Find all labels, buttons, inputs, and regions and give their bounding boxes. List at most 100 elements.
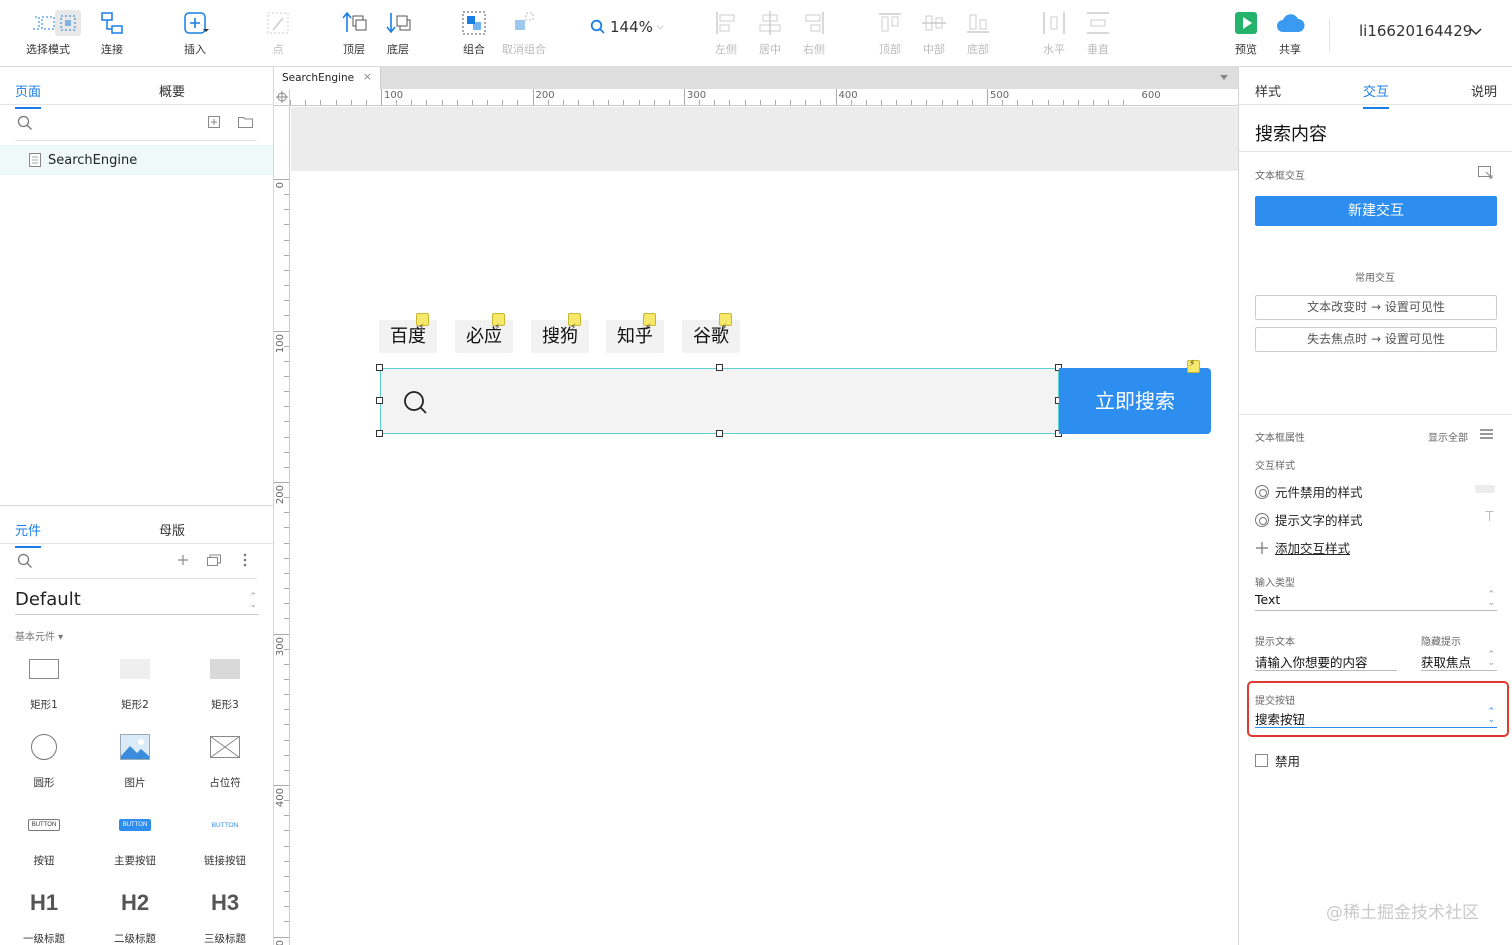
close-icon[interactable]: × <box>363 70 372 83</box>
ruler-tick <box>456 100 458 105</box>
canvas-area[interactable]: SearchEngine × 100 200 300 400 500 600 0 100 20… <box>274 67 1238 945</box>
disabled-style-swatch[interactable] <box>1475 485 1495 493</box>
disable-checkbox-row[interactable]: 禁用 <box>1255 751 1300 770</box>
submit-button-select[interactable]: 搜索按钮 ⌃ ⌄ <box>1255 706 1497 728</box>
divider <box>1239 151 1512 152</box>
distribute-vertical-button[interactable]: 垂直 <box>1072 8 1124 57</box>
group-icon <box>462 11 486 35</box>
expand-panel-icon[interactable] <box>1478 166 1494 180</box>
chevron-down-icon[interactable] <box>1470 27 1482 36</box>
widget-placeholder[interactable]: 占位符 <box>185 727 265 790</box>
show-all-link[interactable]: 显示全部 <box>1428 429 1468 444</box>
folder-icon[interactable] <box>238 116 253 128</box>
disabled-style-option[interactable]: 元件禁用的样式 <box>1255 482 1363 501</box>
widget-heading-3[interactable]: H3 三级标题 <box>185 883 265 945</box>
menu-icon[interactable] <box>1480 429 1493 439</box>
send-back-button[interactable]: 底层 <box>372 8 424 57</box>
interaction-bolt-icon <box>568 312 581 345</box>
resize-handle[interactable] <box>716 430 723 437</box>
ruler-tick <box>865 100 867 105</box>
ruler-tick <box>284 618 289 620</box>
more-vertical-icon[interactable] <box>243 553 247 567</box>
resize-handle[interactable] <box>376 430 383 437</box>
engine-chip-sogou[interactable]: 搜狗 <box>531 312 589 353</box>
ruler-tick <box>668 100 670 105</box>
widget-link-button[interactable]: BUTTON 链接按钮 <box>185 805 265 868</box>
widget-heading-2[interactable]: H2 二级标题 <box>95 883 175 945</box>
hint-style-option[interactable]: 提示文字的样式 <box>1255 510 1363 529</box>
vertical-ruler[interactable]: 0 100 200 300 400 00 <box>274 106 290 945</box>
add-library-icon[interactable] <box>177 554 189 566</box>
ruler-tick <box>1077 100 1079 105</box>
ruler-corner[interactable] <box>274 89 290 106</box>
common-interaction-text-change[interactable]: 文本改变时 → 设置可见性 <box>1255 295 1497 320</box>
add-page-icon[interactable] <box>208 116 220 128</box>
search-icon[interactable] <box>17 115 33 131</box>
tab-notes[interactable]: 说明 <box>1471 81 1497 100</box>
group-button[interactable]: 组合 <box>448 8 500 57</box>
widget-rectangle-3[interactable]: 矩形3 <box>185 649 265 712</box>
insert-button[interactable]: 插入 <box>169 8 221 57</box>
point-button[interactable]: 点 <box>252 8 304 57</box>
category-label[interactable]: 基本元件 ▾ <box>15 628 63 643</box>
hint-text-field[interactable]: 请输入你想要的内容 <box>1255 649 1397 671</box>
engine-chip-google[interactable]: 谷歌 <box>682 312 740 353</box>
tab-outline[interactable]: 概要 <box>159 81 185 100</box>
library-select[interactable]: Default ⌃ ⌄ <box>15 587 259 615</box>
tabs-dropdown-icon[interactable] <box>1220 75 1228 80</box>
ruler-tick <box>274 330 289 332</box>
align-right-button[interactable]: 右侧 <box>788 8 840 57</box>
disable-label: 禁用 <box>1275 754 1301 769</box>
widget-rectangle-1[interactable]: 矩形1 <box>4 649 84 712</box>
page-item-searchengine[interactable]: SearchEngine <box>0 145 273 175</box>
widget-button[interactable]: BUTTON 按钮 <box>4 805 84 868</box>
input-type-select[interactable]: Text ⌃ ⌄ <box>1255 589 1497 611</box>
document-tab[interactable]: SearchEngine × <box>274 67 381 89</box>
ungroup-icon <box>515 12 534 30</box>
resize-handle[interactable] <box>716 364 723 371</box>
resize-handle[interactable] <box>376 364 383 371</box>
ruler-tick <box>284 300 289 302</box>
hide-hint-select[interactable]: 获取焦点 ⌃ ⌄ <box>1421 649 1497 671</box>
image-icon <box>120 734 150 760</box>
widget-heading-1[interactable]: H1 一级标题 <box>4 883 84 945</box>
tab-style[interactable]: 样式 <box>1255 81 1281 100</box>
ruler-tick <box>714 100 716 105</box>
ruler-tick <box>880 100 882 105</box>
library-copy-icon[interactable] <box>207 554 222 566</box>
common-interaction-lost-focus[interactable]: 失去焦点时 → 设置可见性 <box>1255 327 1497 352</box>
tab-masters[interactable]: 母版 <box>159 520 185 539</box>
search-input-widget[interactable] <box>380 368 1059 434</box>
ruler-tick <box>284 315 289 317</box>
engine-chip-zhihu[interactable]: 知乎 <box>606 312 664 353</box>
user-name[interactable]: li16620164429 <box>1359 22 1472 40</box>
widget-primary-button[interactable]: BUTTON 主要按钮 <box>95 805 175 868</box>
tab-interactions[interactable]: 交互 <box>1363 81 1390 109</box>
share-button[interactable]: 共享 <box>1264 8 1316 57</box>
horizontal-ruler[interactable]: 100 200 300 400 500 600 <box>290 89 1238 106</box>
zoom-search-icon <box>590 19 605 34</box>
search-button[interactable]: 立即搜索 <box>1059 368 1211 434</box>
resize-handle[interactable] <box>376 397 383 404</box>
widget-image[interactable]: 图片 <box>95 727 175 790</box>
search-icon[interactable] <box>17 553 33 569</box>
ruler-tick <box>941 100 943 105</box>
connect-button[interactable]: 连接 <box>86 8 138 57</box>
zoom-control[interactable]: 144% ⌵ <box>590 18 664 36</box>
engine-chip-bing[interactable]: 必应 <box>455 312 513 353</box>
text-style-icon[interactable] <box>1485 511 1494 521</box>
tab-pages[interactable]: 页面 <box>15 81 42 109</box>
add-interaction-style[interactable]: 添加交互样式 <box>1255 538 1350 557</box>
widget-circle[interactable]: 圆形 <box>4 727 84 790</box>
ruler-tick <box>562 100 564 105</box>
ungroup-button[interactable]: 取消组合 <box>498 8 550 57</box>
ruler-tick <box>284 709 289 711</box>
ruler-tick <box>284 421 289 423</box>
disable-checkbox[interactable] <box>1255 754 1268 767</box>
align-bottom-button[interactable]: 底部 <box>952 8 1004 57</box>
tab-widgets[interactable]: 元件 <box>15 520 42 548</box>
engine-chip-baidu[interactable]: 百度 <box>379 312 437 353</box>
new-interaction-button[interactable]: 新建交互 <box>1255 196 1497 226</box>
widget-rectangle-2[interactable]: 矩形2 <box>95 649 175 712</box>
widget-name[interactable]: 搜索内容 <box>1255 120 1327 146</box>
